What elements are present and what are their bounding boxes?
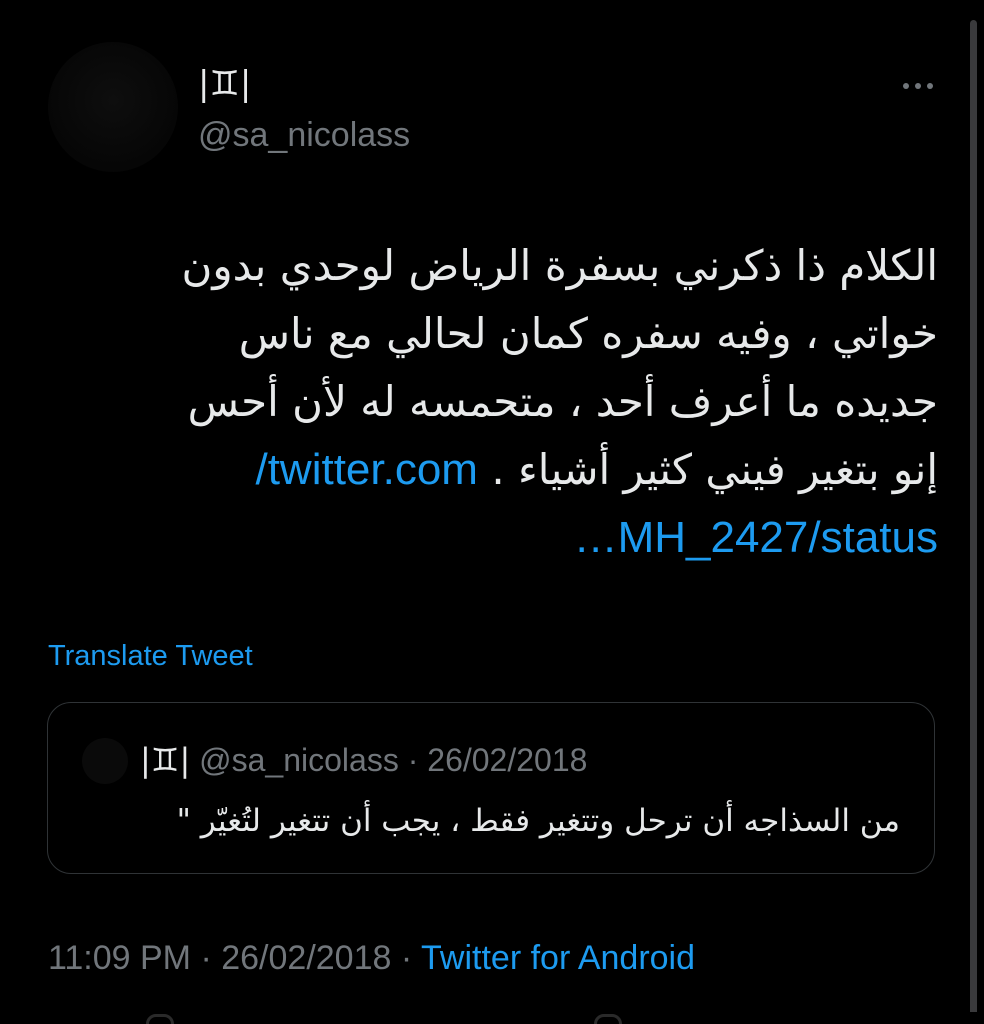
translate-tweet-link[interactable]: Translate Tweet [48,637,253,675]
tweet-text-segment: إنو بتغير فيني كثير أشياء . [491,445,938,494]
quoted-tweet-date: 26/02/2018 [427,742,588,778]
tweet-link-continued[interactable]: MH_2427/status… [574,513,938,562]
more-horizontal-icon-dot [927,83,933,89]
author-avatar[interactable] [48,42,178,172]
scrollbar[interactable] [970,20,977,1024]
tweet-date: 26/02/2018 [221,939,392,977]
tweet-detail-screen: |♊︎| @sa_nicolass الكلام ذا ذكرني بسفرة … [0,0,984,1024]
author-display-name[interactable]: |♊︎| [198,62,251,106]
tweet-link[interactable]: twitter.com/ [255,445,478,494]
tweet-text-line: الكلام ذا ذكرني بسفرة الرياض لوحدي بدون [181,241,939,290]
tweet-text-line: إنو بتغير فيني كثير أشياء . twitter.com/ [48,436,938,504]
like-icon[interactable] [594,1014,622,1024]
author-handle[interactable]: @sa_nicolass [198,113,410,157]
quoted-separator: · [398,742,428,778]
tweet-link-line: MH_2427/status… [48,504,938,572]
tweet-source-link[interactable]: Twitter for Android [421,939,695,977]
tweet-time: 11:09 PM [48,939,192,977]
quoted-tweet-card[interactable]: |♊︎| @sa_nicolass · 26/02/2018 من السذاج… [47,702,935,874]
meta-separator: · [391,939,422,977]
quoted-author-display-name: |♊︎| [140,741,191,779]
tweet-text-line: جديده ما أعرف أحد ، متحمسه له لأن أحس [187,377,938,426]
more-options-button[interactable] [896,68,940,104]
tweet-text-line: خواتي ، وفيه سفره كمان لحالي مع ناس [238,309,938,358]
tweet-meta: 11:09 PM · 26/02/2018 · Twitter for Andr… [48,936,695,980]
quoted-author-handle: @sa_nicolass [199,742,399,778]
reply-icon[interactable] [146,1014,174,1024]
quoted-tweet-text: من السذاجه أن ترحل وتتغير فقط ، يجب أن ت… [176,803,900,839]
tweet-text: الكلام ذا ذكرني بسفرة الرياض لوحدي بدون … [48,232,939,572]
quoted-author-avatar [82,738,128,784]
meta-separator: · [191,939,222,977]
more-horizontal-icon-dot [915,83,921,89]
quoted-tweet-header: |♊︎| @sa_nicolass · 26/02/2018 [140,739,587,781]
more-horizontal-icon [903,83,909,89]
